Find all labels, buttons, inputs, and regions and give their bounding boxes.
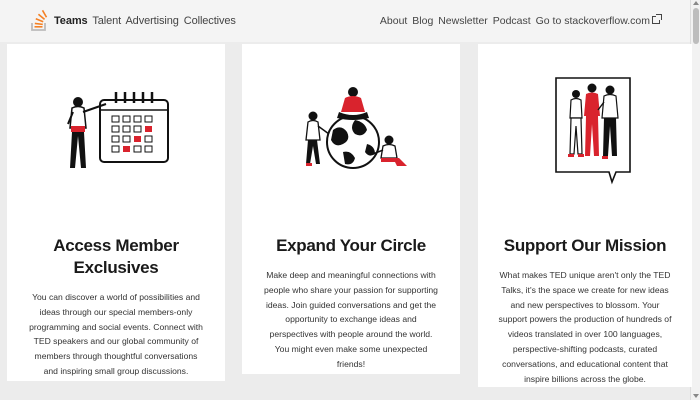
body-line: perspective-shifting podcasts, curated [512,343,658,354]
body-line: What makes TED unique aren't only the TE… [499,270,671,280]
nav-about-link[interactable]: About [380,15,407,27]
scrollbar-thumb[interactable] [693,8,699,44]
nav-newsletter-link[interactable]: Newsletter [438,15,488,27]
body-line: ideas through our special members-only [39,306,193,317]
body-line: ideas. Join guided conversations and get… [265,299,437,310]
body-line: Make deep and meaningful connections wit… [266,270,436,280]
speech-bubble-people-illustration [555,77,631,185]
card-expand-your-circle: Expand Your Circle Make deep and meaning… [242,44,460,374]
card-support-our-mission: Support Our Mission What makes TED uniqu… [478,44,692,387]
external-link-icon [652,14,662,24]
product-nav: Teams Talent Advertising Collectives [54,15,238,27]
top-navbar: Teams Talent Advertising Collectives Abo… [0,0,700,42]
body-line: perspectives with people around the worl… [269,329,433,340]
card-title-line: Exclusives [73,258,159,277]
body-line: support powers the production of hundred… [498,314,672,325]
card-title-line: Access Member [53,236,179,255]
card-body: You can discover a world of possibilitie… [29,290,203,379]
body-line: and new perspectives to blossom. Your [510,299,660,310]
body-line: TED speakers and our global community of [33,336,199,347]
stackoverflow-logo-icon[interactable] [30,8,48,32]
body-line: conversations, and educational content t… [502,358,668,369]
secondary-nav: About Blog Newsletter Podcast Go to stac… [378,14,662,27]
card-title: Expand Your Circle [276,236,426,255]
body-line: You can discover a world of possibilitie… [32,292,200,302]
scroll-up-arrow-icon[interactable] [693,1,699,5]
nav-talent-link[interactable]: Talent [92,15,121,27]
body-line: and inspiring small group discussions. [43,365,189,376]
nav-blog-link[interactable]: Blog [412,15,433,27]
body-line: friends! [336,358,366,369]
card-body: Make deep and meaningful connections wit… [260,268,442,372]
nav-advertising-link[interactable]: Advertising [125,15,178,27]
nav-collectives-link[interactable]: Collectives [184,15,236,27]
card-access-member-exclusives: Access Member Exclusives You can discove… [7,44,225,381]
body-line: members through thoughtful conversations [34,351,198,362]
body-line: people who share your passion for suppor… [264,284,438,295]
body-line: opportunity to exchange ideas and [285,314,417,325]
scroll-down-arrow-icon[interactable] [693,394,699,398]
body-line: inspire billions across the globe. [524,373,646,384]
card-title: Support Our Mission [503,236,667,255]
body-line: You might even make some unexpected [274,343,428,354]
body-line: videos translated in over 100 languages, [507,329,663,340]
body-line: Talks, it's the space we create for new … [501,284,669,295]
card-body: What makes TED unique aren't only the TE… [496,268,674,386]
nav-teams-link[interactable]: Teams [54,15,88,27]
calendar-person-illustration [67,92,169,168]
nav-stackoverflow-link[interactable]: Go to stackoverflow.com [536,15,650,27]
card-title: Access Member Exclusives [7,235,225,279]
nav-podcast-link[interactable]: Podcast [493,15,531,27]
body-line: programming and social events. Connect w… [29,321,203,332]
globe-people-illustration [305,87,407,169]
